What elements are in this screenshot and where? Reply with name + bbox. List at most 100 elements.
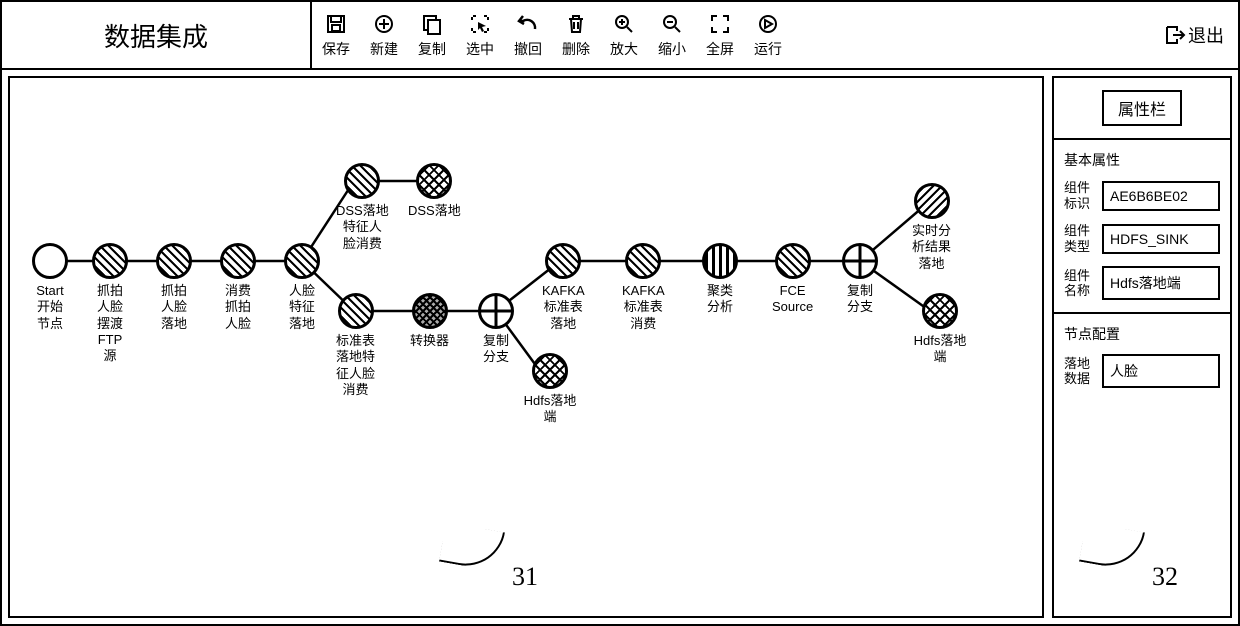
tool-new[interactable]: 新建 [370,11,398,59]
node-consume-face[interactable]: 消费 抓拍 人脸 [220,243,256,332]
node-circle[interactable] [914,183,950,219]
node-hdfs1[interactable]: Hdfs落地端 [522,353,578,426]
panel-title: 属性栏 [1102,90,1182,126]
prop-label: 组件 名称 [1064,268,1096,299]
body: Start 开始 节点 抓拍 人脸 摆渡 FTP 源 抓拍 人脸 落地 消费 抓拍 人… [8,76,1232,618]
node-converter[interactable]: 转换器 [410,293,449,349]
sidebar-ref-label: 32 [1152,562,1178,592]
prop-label: 组件 类型 [1064,223,1096,254]
node-fce[interactable]: FCE Source [772,243,813,316]
tool-label: 运行 [754,39,782,59]
node-label: KAFKA 标准表 落地 [542,283,585,332]
node-copy-branch-2[interactable]: 复制 分支 [842,243,878,316]
new-icon [371,11,397,37]
node-feature-land[interactable]: 人脸 特征 落地 [284,243,320,332]
node-label: FCE Source [772,283,813,316]
node-ftp-src[interactable]: 抓拍 人脸 摆渡 FTP 源 [92,243,128,364]
node-label: 标准表 落地特 征人脸 消费 [336,333,375,398]
node-circle[interactable] [922,293,958,329]
app-window: 数据集成 保存新建复制选中撤回删除放大缩小全屏运行 退出 Start 开始 节点… [0,0,1240,626]
node-circle[interactable] [220,243,256,279]
node-circle[interactable] [545,243,581,279]
prop-value[interactable]: AE6B6BE02 [1102,181,1220,211]
toolbar: 保存新建复制选中撤回删除放大缩小全屏运行 [312,2,1238,68]
page-title: 数据集成 [2,2,312,68]
node-circle[interactable] [702,243,738,279]
tool-undo[interactable]: 撤回 [514,11,542,59]
node-label: DSS落地 特征人 脸消费 [336,203,389,252]
node-circle[interactable] [412,293,448,329]
zoom-out-icon [659,11,685,37]
node-hdfs2[interactable]: Hdfs落地端 [912,293,968,366]
node-circle[interactable] [156,243,192,279]
node-label: 实时分 析结果 落地 [912,223,951,272]
tool-fullscreen[interactable]: 全屏 [706,11,734,59]
node-circle[interactable] [32,243,68,279]
node-circle[interactable] [532,353,568,389]
node-std-feat[interactable]: 标准表 落地特 征人脸 消费 [336,293,375,398]
node-dss-land[interactable]: DSS落地 [408,163,461,219]
tool-label: 选中 [466,39,494,59]
node-kafka-consume[interactable]: KAFKA 标准表 消费 [622,243,665,332]
node-label: 抓拍 人脸 落地 [161,283,187,332]
node-kafka-land[interactable]: KAFKA 标准表 落地 [542,243,585,332]
node-label: 复制 分支 [483,333,509,366]
node-label: Start 开始 节点 [36,283,63,332]
edges-layer [10,78,1042,616]
tool-run[interactable]: 运行 [754,11,782,59]
node-start[interactable]: Start 开始 节点 [32,243,68,332]
flow-canvas[interactable]: Start 开始 节点 抓拍 人脸 摆渡 FTP 源 抓拍 人脸 落地 消费 抓拍 人… [8,76,1044,618]
prop-value[interactable]: HDFS_SINK [1102,224,1220,254]
tool-label: 缩小 [658,39,686,59]
node-circle[interactable] [338,293,374,329]
node-circle[interactable] [775,243,811,279]
tool-label: 全屏 [706,39,734,59]
tool-label: 撤回 [514,39,542,59]
undo-icon [515,11,541,37]
config-value[interactable]: 人脸 [1102,354,1220,388]
node-label: DSS落地 [408,203,461,219]
node-circle[interactable] [284,243,320,279]
prop-row: 组件 标识AE6B6BE02 [1064,180,1220,211]
node-cluster[interactable]: 聚类 分析 [702,243,738,316]
node-label: 人脸 特征 落地 [289,283,315,332]
tool-label: 复制 [418,39,446,59]
node-rt-result[interactable]: 实时分 析结果 落地 [912,183,951,272]
copy-icon [419,11,445,37]
node-face-land[interactable]: 抓拍 人脸 落地 [156,243,192,332]
node-circle[interactable] [92,243,128,279]
section-basic-props: 基本属性 [1064,150,1220,170]
node-circle[interactable] [416,163,452,199]
config-row: 落地 数据人脸 [1064,354,1220,388]
node-label: Hdfs落地端 [522,393,578,426]
tool-delete[interactable]: 删除 [562,11,590,59]
node-circle[interactable] [842,243,878,279]
tool-label: 保存 [322,39,350,59]
node-label: 转换器 [410,333,449,349]
node-circle[interactable] [344,163,380,199]
prop-row: 组件 类型HDFS_SINK [1064,223,1220,254]
divider [1054,138,1230,140]
node-circle[interactable] [478,293,514,329]
tool-copy[interactable]: 复制 [418,11,446,59]
tool-select[interactable]: 选中 [466,11,494,59]
node-circle[interactable] [625,243,661,279]
node-label: 抓拍 人脸 摆渡 FTP 源 [97,283,123,364]
node-label: KAFKA 标准表 消费 [622,283,665,332]
tool-zoom-in[interactable]: 放大 [610,11,638,59]
node-label: 复制 分支 [847,283,873,316]
prop-label: 组件 标识 [1064,180,1096,211]
node-label: 聚类 分析 [707,283,733,316]
exit-button[interactable]: 退出 [1164,22,1224,48]
save-icon [323,11,349,37]
prop-value[interactable]: Hdfs落地端 [1102,266,1220,300]
delete-icon [563,11,589,37]
node-label: 消费 抓拍 人脸 [225,283,251,332]
tool-label: 新建 [370,39,398,59]
node-copy-branch-1[interactable]: 复制 分支 [478,293,514,366]
fullscreen-icon [707,11,733,37]
node-dss-feat[interactable]: DSS落地 特征人 脸消费 [336,163,389,252]
tool-label: 放大 [610,39,638,59]
tool-save[interactable]: 保存 [322,11,350,59]
tool-zoom-out[interactable]: 缩小 [658,11,686,59]
